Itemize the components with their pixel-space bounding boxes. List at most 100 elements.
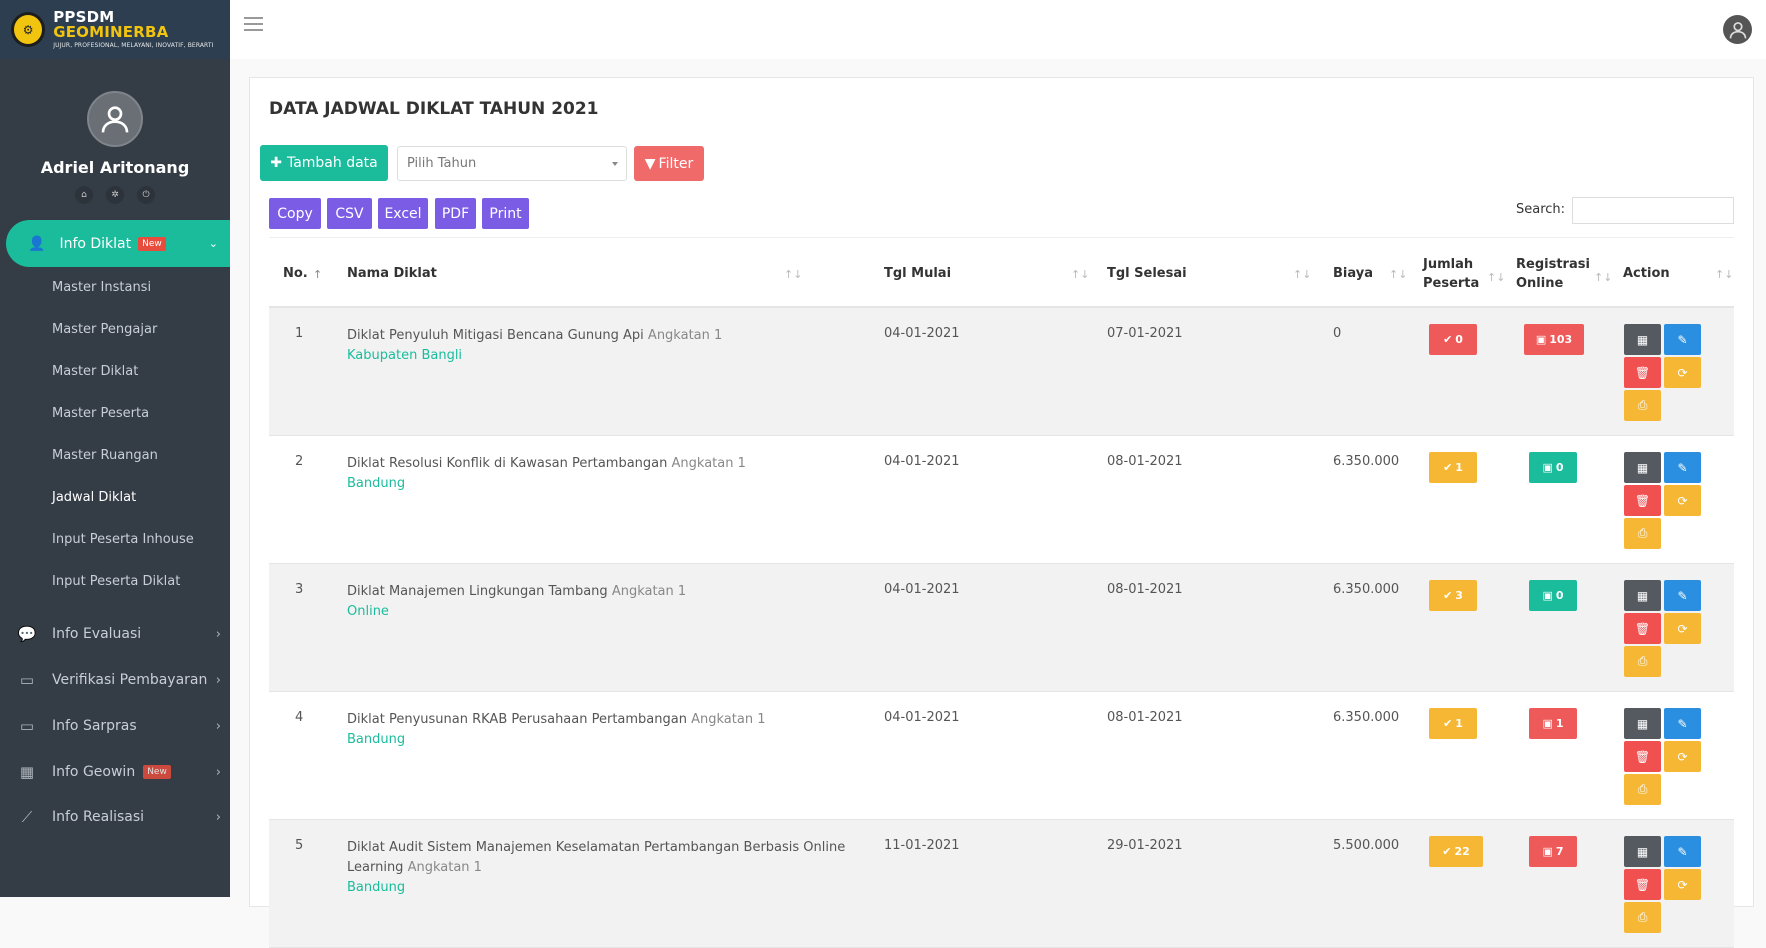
delete-button[interactable]: 🗑 [1624,869,1661,900]
jumlah-peserta-button[interactable]: ✔ 22 [1429,836,1483,867]
calendar-button[interactable]: ▦ [1624,580,1661,611]
delete-button[interactable]: 🗑 [1624,741,1661,772]
registrasi-online-button[interactable]: ▣ 1 [1529,708,1577,739]
sidebar-item-info-realisasi[interactable]: ⟋ Info Realisasi › [16,808,221,826]
refresh-button[interactable]: ⟳ [1664,869,1701,900]
edit-button[interactable]: ✎ [1664,324,1701,355]
edit-button[interactable]: ✎ [1664,836,1701,867]
calendar-button[interactable]: ▦ [1624,324,1661,355]
sidebar-item-info-geowin[interactable]: ▦ Info Geowin New › [16,763,221,781]
print-row-button[interactable]: ⎙ [1624,646,1661,677]
csv-button[interactable]: CSV [327,198,372,229]
row-angkatan: Angkatan 1 [407,860,482,875]
row-nama-diklat[interactable]: Diklat Resolusi Konflik di Kawasan Perta… [347,454,857,494]
col-action: Action ↑↓ [1623,238,1733,309]
row-nama: Diklat Manajemen Lingkungan Tambang [347,584,608,599]
col-jumlah-peserta[interactable]: Jumlah Peserta ↑↓ [1423,238,1505,309]
jumlah-peserta-button[interactable]: ✔ 3 [1429,580,1477,611]
excel-button[interactable]: Excel [378,198,428,229]
add-data-button[interactable]: ✚ Tambah data [260,145,388,181]
print-row-button[interactable]: ⎙ [1624,774,1661,805]
col-registrasi-online[interactable]: Registrasi Online ↑↓ [1516,238,1612,309]
registrasi-online-button[interactable]: ▣ 0 [1529,452,1577,483]
reg-value: 0 [1555,589,1564,602]
table-row: 1 Diklat Penyuluh Mitigasi Bencana Gunung… [269,308,1734,436]
sidebar: ⚙ PPSDM GEOMINERBA JUJUR, PROFESIONAL, M… [0,0,230,897]
sidebar-item-verifikasi-pembayaran[interactable]: ▭ Verifikasi Pembayaran › [16,671,221,689]
submenu-master-pengajar[interactable]: Master Pengajar [52,322,157,337]
power-icon[interactable]: ⏻ [137,186,155,204]
print-row-button[interactable]: ⎙ [1624,390,1661,421]
sidebar-item-info-evaluasi[interactable]: 💬 Info Evaluasi › [16,625,221,643]
col-nama[interactable]: Nama Diklat ↑↓ [347,238,802,309]
sort-icon: ↑↓ [1071,268,1090,281]
print-row-button[interactable]: ⎙ [1624,518,1661,549]
sidebar-item-info-sarpras[interactable]: ▭ Info Sarpras › [16,717,221,735]
chart-line-icon: ⟋ [21,808,33,826]
row-tgl-mulai: 11-01-2021 [884,838,960,853]
row-nama-diklat[interactable]: Diklat Audit Sistem Manajemen Keselamata… [347,838,857,898]
col-action-label: Action [1623,266,1670,281]
print-button[interactable]: Print [482,198,529,229]
col-biaya[interactable]: Biaya ↑↓ [1333,238,1407,309]
delete-button[interactable]: 🗑 [1624,613,1661,644]
comments-icon: 💬 [17,625,37,643]
avatar[interactable] [87,91,143,147]
refresh-button[interactable]: ⟳ [1664,357,1701,388]
home-icon[interactable]: ⌂ [75,186,93,204]
calendar-icon: ▦ [1636,460,1649,475]
user-avatar-icon[interactable] [1723,15,1752,44]
refresh-button[interactable]: ⟳ [1664,485,1701,516]
col-no[interactable]: No. ↑ [283,238,333,309]
filter-button[interactable]: ▼ Filter [634,146,704,181]
pdf-button[interactable]: PDF [435,198,476,229]
delete-button[interactable]: 🗑 [1624,485,1661,516]
registrasi-online-button[interactable]: ▣ 0 [1529,580,1577,611]
submenu-input-peserta-diklat[interactable]: Input Peserta Diklat [52,574,180,589]
sidebar-item-info-diklat[interactable]: 👤 Info Diklat New ⌄ [6,220,230,267]
hamburger-menu-icon[interactable] [244,17,263,31]
chevron-down-icon: ⌄ [208,237,218,250]
jumlah-peserta-button[interactable]: ✔ 1 [1429,708,1477,739]
year-select[interactable]: Pilih Tahun [397,146,627,181]
submenu-master-peserta[interactable]: Master Peserta [52,406,149,421]
jumlah-peserta-button[interactable]: ✔ 1 [1429,452,1477,483]
edit-button[interactable]: ✎ [1664,580,1701,611]
submenu-jadwal-diklat[interactable]: Jadwal Diklat [52,490,136,505]
print-row-button[interactable]: ⎙ [1624,902,1661,933]
table-row: 2 Diklat Resolusi Konflik di Kawasan Pert… [269,436,1734,564]
calendar-button[interactable]: ▦ [1624,836,1661,867]
row-angkatan: Angkatan 1 [647,328,723,343]
edit-button[interactable]: ✎ [1664,452,1701,483]
calendar-button[interactable]: ▦ [1624,708,1661,739]
row-nama-diklat[interactable]: Diklat Manajemen Lingkungan Tambang Angk… [347,582,857,622]
refresh-button[interactable]: ⟳ [1664,613,1701,644]
calendar-button[interactable]: ▦ [1624,452,1661,483]
edit-button[interactable]: ✎ [1664,708,1701,739]
submenu-master-ruangan[interactable]: Master Ruangan [52,448,158,463]
check-circle-icon: ✔ [1442,845,1452,858]
user-icon: 👤 [28,235,46,252]
row-nama-diklat[interactable]: Diklat Penyusunan RKAB Perusahaan Pertam… [347,710,857,750]
refresh-button[interactable]: ⟳ [1664,741,1701,772]
jumlah-peserta-button[interactable]: ✔ 0 [1429,324,1477,355]
calendar-icon: ▦ [1636,588,1649,603]
search-input[interactable] [1572,197,1734,224]
chevron-right-icon: › [215,718,221,734]
check-circle-icon: ✔ [1443,333,1453,346]
col-mulai[interactable]: Tgl Mulai ↑↓ [884,238,1089,309]
gear-icon[interactable]: ✲ [106,186,124,204]
submenu-master-diklat[interactable]: Master Diklat [52,364,138,379]
row-no: 2 [295,454,304,469]
submenu-master-instansi[interactable]: Master Instansi [52,280,151,295]
registrasi-online-button[interactable]: ▣ 103 [1524,324,1584,355]
edit-icon: ✎ [1677,332,1688,347]
registrasi-online-button[interactable]: ▣ 7 [1529,836,1577,867]
submenu-input-peserta-inhouse[interactable]: Input Peserta Inhouse [52,532,194,547]
copy-button[interactable]: Copy [269,198,321,229]
delete-button[interactable]: 🗑 [1624,357,1661,388]
col-selesai[interactable]: Tgl Selesai ↑↓ [1107,238,1311,309]
row-no: 1 [295,326,304,341]
brand[interactable]: ⚙ PPSDM GEOMINERBA JUJUR, PROFESIONAL, M… [0,0,230,59]
row-nama-diklat[interactable]: Diklat Penyuluh Mitigasi Bencana Gunung … [347,326,857,366]
